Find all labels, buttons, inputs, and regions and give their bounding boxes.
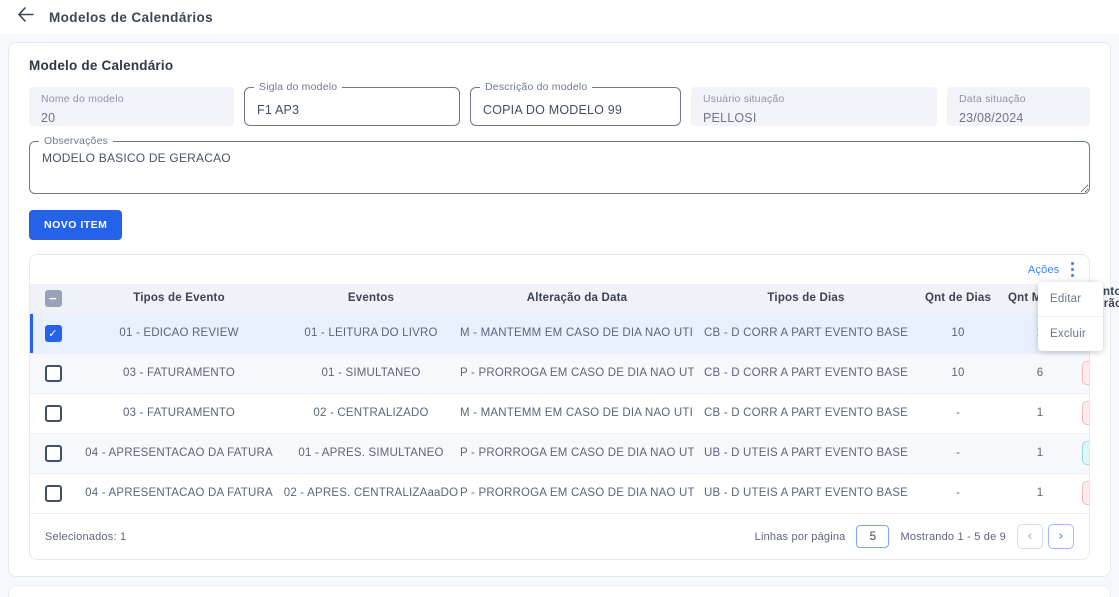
chevron-left-icon: ‹ [1027,529,1032,544]
sigla-do-modelo-input[interactable] [245,88,459,125]
row-checkbox[interactable] [45,405,62,422]
cell-tipos-de-dias: UB - D UTEIS A PART EVENTO BASE [694,433,918,473]
items-table-card: Ações − Tipos de Evento Eventos Alteraçã… [29,254,1090,560]
cell-tipo-evento: 04 - APRESENTACAO DA FATURA [76,473,282,513]
cell-qnt-de-dias: - [918,473,998,513]
cell-evento: 02 - CENTRALIZADO [282,393,460,433]
cell-alteracao-da-data: P - PRORROGA EM CASO DE DIA NAO UTIL [460,353,694,393]
descricao-do-modelo-input[interactable] [471,88,680,125]
nome-do-modelo-label: Nome do modelo [41,93,222,105]
descricao-do-modelo-field: Descrição do modelo [470,87,681,126]
cell-alteracao-da-data: M - MANTEMM EM CASO DE DIA NAO UTIL [460,393,694,433]
cell-tipo-evento: 01 - EDICAO REVIEW [76,313,282,353]
cell-tipos-de-dias: CB - D CORR A PART EVENTO BASE [694,313,918,353]
previous-page-button[interactable]: ‹ [1017,524,1043,549]
table-body: ✓ 01 - EDICAO REVIEW01 - LEITURA DO LIVRO… [30,313,1089,513]
row-checkbox[interactable] [45,445,62,462]
evento-padrao-badge: NÃO [1082,481,1089,505]
pager: ‹ › [1017,524,1074,549]
table-row: 03 - FATURAMENTO02 - CENTRALIZADOM - MAN… [30,393,1089,433]
chevron-right-icon: › [1058,529,1063,544]
calendar-model-card: Modelo de Calendário Nome do modelo 20 S… [8,42,1111,577]
cell-evento: 01 - LEITURA DO LIVRO [282,313,460,353]
kebab-menu-icon [1067,260,1079,280]
menu-item-editar[interactable]: Editar [1038,282,1103,316]
column-header-qnt-de-dias[interactable]: Qnt de Dias [918,284,998,313]
usuario-situacao-value: PELLOSI [703,111,757,125]
back-button[interactable] [17,7,34,27]
form-actions-bar: CANCELAR SALVAR [8,585,1111,597]
cell-qnt-mensal: 6 [998,353,1082,393]
cell-tipos-de-dias: CB - D CORR A PART EVENTO BASE [694,353,918,393]
cell-tipos-de-dias: UB - D UTEIS A PART EVENTO BASE [694,473,918,513]
nome-do-modelo-field: Nome do modelo 20 [29,87,234,126]
actions-dropdown-menu: Editar Excluir [1038,282,1103,351]
actions-label: Ações [1028,264,1060,276]
usuario-situacao-label: Usuário situação [703,93,925,105]
next-page-button[interactable]: › [1048,524,1074,549]
observacoes-textarea[interactable]: MODELO BASICO DE GERACAO [30,142,1089,193]
selected-count: Selecionados: 1 [45,531,126,543]
table-row: ✓ 01 - EDICAO REVIEW01 - LEITURA DO LIVRO… [30,313,1089,353]
menu-item-excluir[interactable]: Excluir [1038,316,1103,351]
observacoes-label: Observações [39,135,113,147]
cell-qnt-de-dias: - [918,393,998,433]
arrow-left-icon [17,7,34,27]
showing-range: Mostrando 1 - 5 de 9 [900,531,1006,543]
table-row: 03 - FATURAMENTO01 - SIMULTANEOP - PRORR… [30,353,1089,393]
cell-qnt-de-dias: - [918,433,998,473]
cell-alteracao-da-data: M - MANTEMM EM CASO DE DIA NAO UTIL [460,313,694,353]
cell-tipo-evento: 03 - FATURAMENTO [76,393,282,433]
cell-alteracao-da-data: P - PRORROGA EM CASO DE DIA NAO UTIL [460,433,694,473]
cell-evento: 01 - APRES. SIMULTANEO [282,433,460,473]
column-header-alteracao-da-data[interactable]: Alteração da Data [460,284,694,313]
data-situacao-label: Data situação [959,93,1078,105]
actions-menu-button[interactable]: Ações [30,255,1089,284]
row-checkbox[interactable] [45,365,62,382]
novo-item-button[interactable]: NOVO ITEM [29,210,122,240]
column-header-eventos[interactable]: Eventos [282,284,460,313]
cell-evento: 02 - APRES. CENTRALIZAaaDO [282,473,460,513]
select-all-checkbox[interactable]: − [45,290,62,307]
cell-qnt-mensal: 1 [998,433,1082,473]
evento-padrao-badge: SIM [1082,441,1089,465]
usuario-situacao-field: Usuário situação PELLOSI [691,87,937,126]
rows-per-page-label: Linhas por página [755,531,846,543]
table-footer: Selecionados: 1 Linhas por página 5 Most… [30,513,1089,559]
cell-qnt-mensal: 1 [998,393,1082,433]
sigla-do-modelo-label: Sigla do modelo [254,81,342,93]
pagination-controls: Linhas por página 5 Mostrando 1 - 5 de 9… [755,524,1074,549]
cell-tipos-de-dias: CB - D CORR A PART EVENTO BASE [694,393,918,433]
evento-padrao-badge: NÃO [1082,401,1089,425]
cell-evento: 01 - SIMULTANEO [282,353,460,393]
cell-qnt-de-dias: 10 [918,353,998,393]
table-header-row: − Tipos de Evento Eventos Alteração da D… [30,284,1089,313]
page-title: Modelos de Calendários [49,10,213,25]
descricao-do-modelo-label: Descrição do modelo [480,81,592,93]
data-situacao-value: 23/08/2024 [959,111,1024,125]
table-row: 04 - APRESENTACAO DA FATURA01 - APRES. S… [30,433,1089,473]
cell-alteracao-da-data: P - PRORROGA EM CASO DE DIA NAO UTIL [460,473,694,513]
nome-do-modelo-value: 20 [41,111,55,125]
cell-qnt-mensal: 1 [998,473,1082,513]
column-header-tipos-de-evento[interactable]: Tipos de Evento [76,284,282,313]
evento-padrao-badge: NÃO [1082,361,1089,385]
items-table: − Tipos de Evento Eventos Alteração da D… [30,284,1089,513]
table-row: 04 - APRESENTACAO DA FATURA02 - APRES. C… [30,473,1089,513]
top-bar: Modelos de Calendários [0,0,1119,34]
data-situacao-field: Data situação 23/08/2024 [947,87,1090,126]
sigla-do-modelo-field: Sigla do modelo [244,87,460,126]
cell-tipo-evento: 03 - FATURAMENTO [76,353,282,393]
row-checkbox[interactable] [45,485,62,502]
rows-per-page-input[interactable]: 5 [856,525,889,548]
column-header-tipos-de-dias[interactable]: Tipos de Dias [694,284,918,313]
section-title: Modelo de Calendário [29,58,1090,73]
cell-qnt-de-dias: 10 [918,313,998,353]
cell-tipo-evento: 04 - APRESENTACAO DA FATURA [76,433,282,473]
observacoes-field: Observações MODELO BASICO DE GERACAO [29,141,1090,194]
form-row: Nome do modelo 20 Sigla do modelo Descri… [29,87,1090,126]
row-checkbox[interactable]: ✓ [45,325,62,342]
